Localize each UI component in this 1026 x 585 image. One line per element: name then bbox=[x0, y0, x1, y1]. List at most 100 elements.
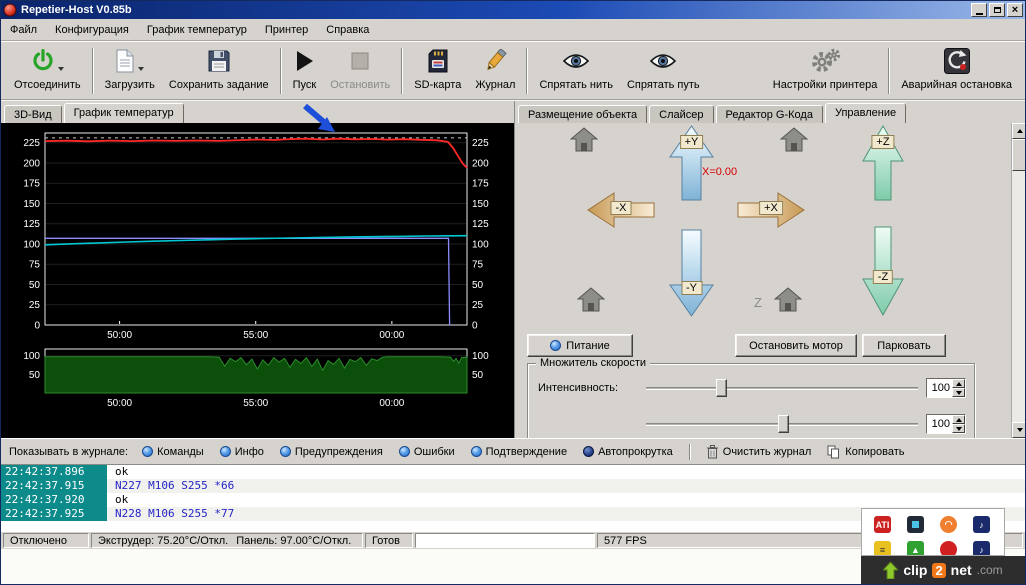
home-icon bbox=[577, 287, 605, 313]
toggle-errors[interactable]: Ошибки bbox=[391, 443, 463, 461]
toggle-info[interactable]: Инфо bbox=[212, 443, 272, 461]
jog-minus-y-button[interactable]: -Y bbox=[669, 229, 714, 317]
toolbar-load-button[interactable]: Загрузить bbox=[98, 45, 162, 93]
minimize-button[interactable] bbox=[971, 3, 987, 17]
spin-up-icon[interactable] bbox=[952, 415, 965, 424]
toolbar-start-button[interactable]: Пуск bbox=[286, 45, 324, 93]
led-icon bbox=[220, 446, 231, 457]
intensity-label: Интенсивность: bbox=[538, 382, 618, 394]
tab-slicer[interactable]: Слайсер bbox=[649, 105, 713, 123]
tray-icon-yellow[interactable]: ≡ bbox=[874, 541, 891, 556]
axis-label-minus-z: -Z bbox=[873, 270, 893, 284]
scroll-up-icon[interactable] bbox=[1012, 123, 1026, 139]
tab-gcode-editor[interactable]: Редактор G-Кода bbox=[716, 105, 823, 123]
svg-text:200: 200 bbox=[472, 158, 489, 169]
spin-down-icon[interactable] bbox=[952, 388, 965, 397]
tab-3d-view[interactable]: 3D-Вид bbox=[4, 105, 62, 123]
tray-icon-dark[interactable] bbox=[907, 516, 924, 533]
chevron-down-icon[interactable] bbox=[138, 67, 144, 71]
clear-log-button[interactable]: Очистить журнал bbox=[699, 442, 820, 462]
tab-temp-graph[interactable]: График температур bbox=[64, 103, 184, 123]
home-y-button[interactable] bbox=[780, 127, 808, 153]
spin-down-icon[interactable] bbox=[952, 424, 965, 433]
app-window: Repetier-Host V0.85b × Файл Конфигурация… bbox=[0, 0, 1026, 585]
home-z-button[interactable] bbox=[774, 287, 802, 313]
restore-button[interactable] bbox=[989, 3, 1005, 17]
toggle-warnings[interactable]: Предупреждения bbox=[272, 443, 391, 461]
toolbar-disconnect-button[interactable]: Отсоединить bbox=[7, 45, 88, 93]
tray-icon-orange[interactable]: ◠ bbox=[940, 516, 957, 533]
copy-button[interactable]: Копировать bbox=[819, 442, 912, 462]
led-icon bbox=[142, 446, 153, 457]
toolbar-separator bbox=[888, 48, 890, 94]
log-timestamp: 22:42:37.925 bbox=[1, 507, 107, 521]
slider-thumb[interactable] bbox=[778, 415, 789, 433]
flow-slider[interactable] bbox=[646, 414, 918, 434]
svg-text:55:00: 55:00 bbox=[243, 398, 268, 409]
printer-state: Готов bbox=[365, 533, 413, 548]
intensity-slider[interactable] bbox=[646, 378, 918, 398]
log-toolbar-separator bbox=[689, 444, 691, 460]
toolbar-hide-travel-button[interactable]: Спрятать путь bbox=[620, 45, 707, 93]
jog-plus-y-button[interactable]: +Y bbox=[669, 125, 714, 201]
park-button[interactable]: Парковать bbox=[862, 334, 946, 357]
tray-icon-green[interactable]: ▲ bbox=[907, 541, 924, 556]
toolbar-log-button[interactable]: Журнал bbox=[468, 45, 522, 93]
control-scrollbar[interactable] bbox=[1011, 123, 1026, 438]
menu-temperature-graph[interactable]: График температур bbox=[138, 21, 256, 39]
clip2net-watermark: clip2net.com bbox=[861, 556, 1025, 584]
output-chart: 505010010050:0055:0000:00 bbox=[1, 345, 514, 411]
tray-icon-note2[interactable]: ♪ bbox=[973, 541, 990, 556]
svg-text:50:00: 50:00 bbox=[107, 398, 132, 409]
tray-icon-red[interactable] bbox=[940, 541, 957, 556]
group-title: Множитель скорости bbox=[536, 357, 650, 369]
toggle-autoscroll[interactable]: Автопрокрутка bbox=[575, 443, 681, 461]
jog-minus-z-button[interactable]: -Z bbox=[862, 226, 904, 316]
svg-text:175: 175 bbox=[472, 179, 489, 190]
jog-minus-x-button[interactable]: -X bbox=[587, 191, 655, 229]
svg-text:75: 75 bbox=[29, 260, 41, 271]
jog-plus-x-button[interactable]: +X bbox=[737, 191, 805, 229]
stop-motor-button[interactable]: Остановить мотор bbox=[735, 334, 857, 357]
menu-printer[interactable]: Принтер bbox=[256, 21, 317, 39]
power-button[interactable]: Питание bbox=[527, 334, 633, 357]
scroll-down-icon[interactable] bbox=[1012, 422, 1026, 438]
scrollbar-thumb[interactable] bbox=[1012, 139, 1026, 171]
home-all-button[interactable] bbox=[577, 287, 605, 313]
toolbar-hide-filament-button[interactable]: Спрятать нить bbox=[532, 45, 619, 93]
control-panel: Z +Y -Y -X +X bbox=[515, 123, 1026, 438]
svg-text:0: 0 bbox=[34, 321, 40, 332]
connection-status: Отключено bbox=[3, 533, 89, 548]
jog-plus-z-button[interactable]: +Z bbox=[862, 125, 904, 201]
toggle-commands[interactable]: Команды bbox=[134, 443, 212, 461]
toolbar-emergency-stop-button[interactable]: Аварийная остановка bbox=[894, 45, 1019, 93]
toolbar-sd-card-button[interactable]: SD-карта bbox=[407, 45, 468, 93]
toolbar-printer-settings-button[interactable]: Настройки принтера bbox=[766, 45, 885, 93]
toolbar-separator bbox=[280, 48, 282, 94]
svg-text:0: 0 bbox=[472, 321, 478, 332]
left-tabbar: 3D-Вид График температур bbox=[1, 101, 514, 123]
intensity-spinner[interactable]: 100 bbox=[926, 378, 966, 398]
home-x-button[interactable] bbox=[570, 127, 598, 153]
slider-thumb[interactable] bbox=[716, 379, 727, 397]
flow-spinner[interactable]: 100 bbox=[926, 414, 966, 434]
tab-control[interactable]: Управление bbox=[825, 103, 906, 123]
tray-icon-ati[interactable]: ATI bbox=[874, 516, 891, 533]
log-message: ok bbox=[107, 493, 128, 507]
progress-bar bbox=[415, 533, 595, 548]
menu-configuration[interactable]: Конфигурация bbox=[46, 21, 138, 39]
close-button[interactable]: × bbox=[1007, 3, 1023, 17]
spin-up-icon[interactable] bbox=[952, 379, 965, 388]
tab-object-placement[interactable]: Размещение объекта bbox=[518, 105, 647, 123]
right-panel: Размещение объекта Слайсер Редактор G-Ко… bbox=[514, 101, 1026, 438]
home-icon bbox=[570, 127, 598, 153]
tray-icon-note[interactable]: ♪ bbox=[973, 516, 990, 533]
toolbar-save-job-button[interactable]: Сохранить задание bbox=[162, 45, 276, 93]
menu-help[interactable]: Справка bbox=[317, 21, 378, 39]
tray-popup: ATI ◠ ♪ ≡ ▲ ♪ bbox=[861, 508, 1005, 556]
menu-file[interactable]: Файл bbox=[1, 21, 46, 39]
toolbar-stop-button[interactable]: Остановить bbox=[323, 45, 397, 93]
toolbar-separator bbox=[92, 48, 94, 94]
toggle-ack[interactable]: Подтверждение bbox=[463, 443, 575, 461]
chevron-down-icon[interactable] bbox=[58, 67, 64, 71]
